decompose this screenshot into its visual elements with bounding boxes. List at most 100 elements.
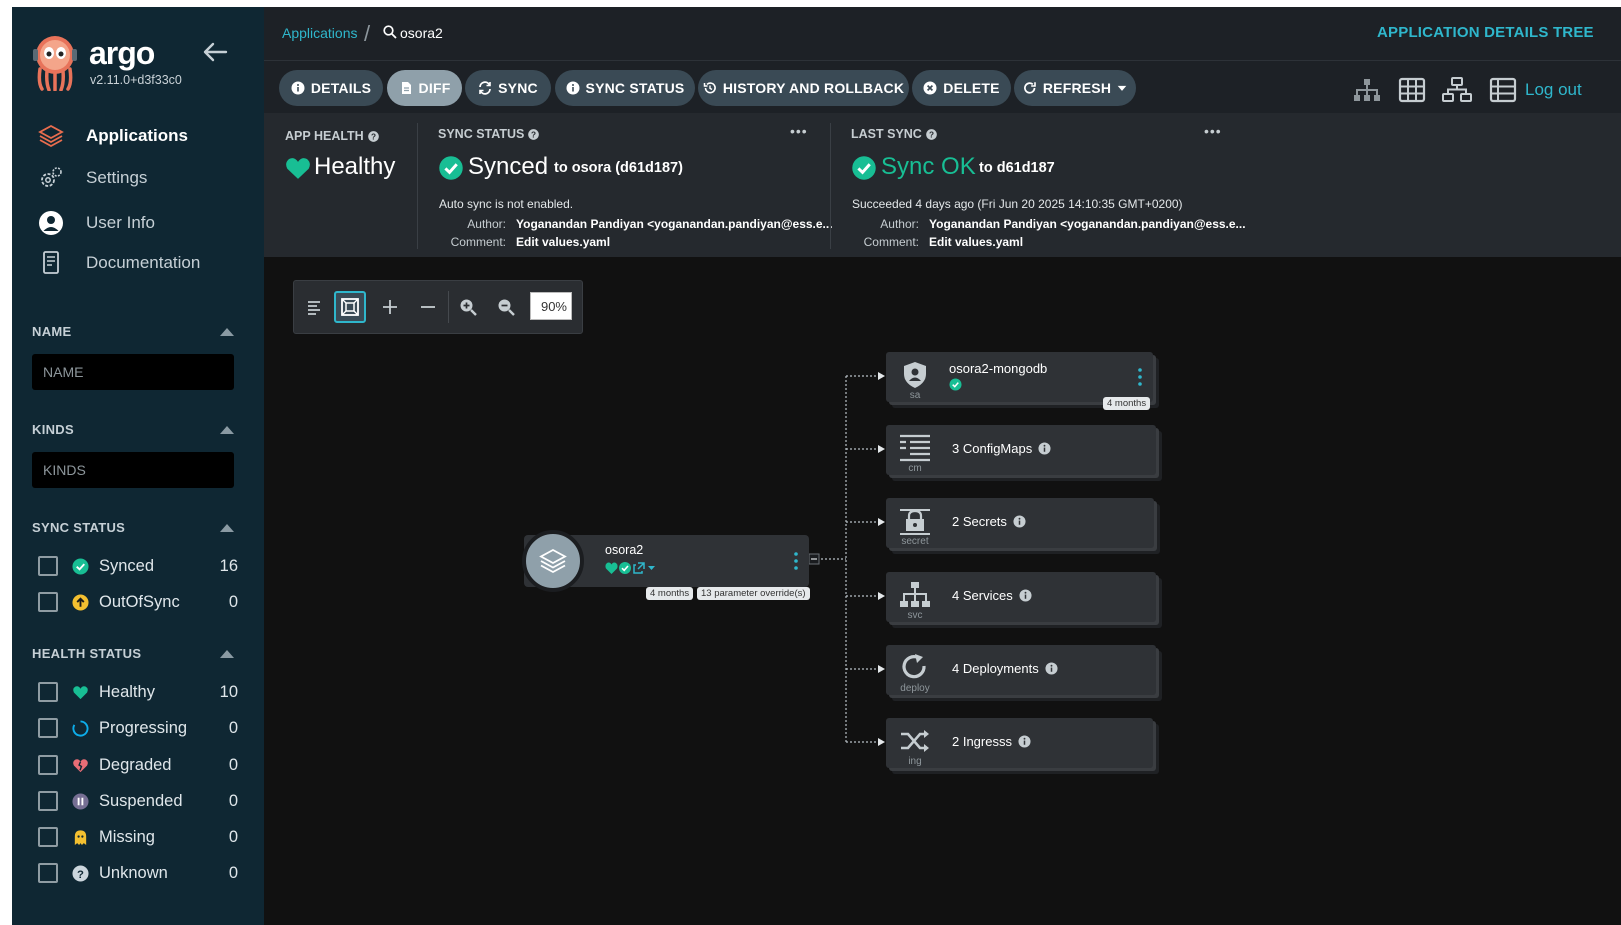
checkbox[interactable]: [38, 863, 58, 883]
checkbox[interactable]: [38, 827, 58, 847]
sync-status-more-icon[interactable]: •••: [790, 123, 808, 139]
app-age-badge: 4 months: [646, 587, 694, 600]
node-secrets[interactable]: secret 2 Secrets: [886, 498, 1154, 548]
node-kind: svc: [907, 610, 923, 621]
logout-link[interactable]: Log out: [1525, 80, 1582, 100]
info-circle-icon: [566, 81, 580, 95]
node-name: 4 Deployments: [952, 661, 1058, 676]
details-label: DETAILS: [310, 80, 372, 96]
brand-name: argo: [89, 35, 155, 71]
filter-outofsync[interactable]: OutOfSync 0: [38, 590, 238, 614]
checkbox[interactable]: [38, 592, 58, 612]
question-circle-icon[interactable]: ?: [367, 130, 379, 142]
filter-unknown[interactable]: ? Unknown 0: [38, 861, 238, 885]
info-circle-icon[interactable]: [1045, 662, 1058, 675]
filter-degraded[interactable]: Degraded 0: [38, 753, 238, 777]
question-circle-icon[interactable]: ?: [528, 128, 540, 140]
filter-missing[interactable]: Missing 0: [38, 825, 238, 849]
edge-arrow: [878, 372, 885, 380]
filter-healthy[interactable]: Healthy 10: [38, 680, 238, 704]
divider: [830, 123, 831, 249]
info-circle-icon[interactable]: [1013, 515, 1026, 528]
name-filter-title: NAME: [32, 324, 72, 339]
network-view-icon[interactable]: [1442, 77, 1472, 103]
nav-label: User Info: [86, 213, 155, 232]
node-name: 4 Services: [952, 588, 1032, 603]
kinds-filter-collapse-icon[interactable]: [220, 426, 234, 434]
auto-sync-note: Auto sync is not enabled.: [439, 197, 574, 211]
details-button[interactable]: DETAILS: [279, 70, 383, 106]
info-circle-icon[interactable]: [1019, 589, 1032, 602]
action-toolbar: DETAILS DIFF SYNC SYNC STATUS HISTORY AN…: [264, 61, 1621, 113]
sync-status-heading: SYNC STATUS ?: [438, 127, 540, 141]
question-circle-icon[interactable]: ?: [926, 128, 937, 140]
info-circle-icon[interactable]: [1018, 735, 1031, 748]
gear-icon: [41, 167, 62, 187]
sync-button[interactable]: SYNC: [465, 70, 551, 106]
arrow-up-circle-icon: [72, 593, 89, 611]
app-health-title: APP HEALTH: [285, 129, 364, 143]
node-services[interactable]: svc 4 Services: [886, 572, 1156, 622]
search-icon[interactable]: [383, 25, 397, 39]
collapse-sidebar-icon[interactable]: [202, 41, 228, 63]
filter-count: 16: [219, 556, 238, 575]
edge-arrow: [878, 518, 885, 526]
diff-button[interactable]: DIFF: [387, 70, 462, 106]
comment-label: Comment:: [863, 235, 919, 249]
node-ingresses[interactable]: ing 2 Ingresss: [886, 718, 1153, 768]
shield-user-icon: [904, 362, 926, 388]
filter-count: 0: [228, 592, 238, 611]
filter-synced[interactable]: Synced 16: [38, 554, 238, 578]
info-circle-icon: [291, 81, 305, 95]
times-circle-icon: [923, 81, 937, 95]
node-name-text: 4 Deployments: [952, 661, 1039, 676]
app-node-menu-icon[interactable]: [794, 552, 798, 570]
breadcrumb-applications[interactable]: Applications: [282, 25, 358, 41]
info-circle-icon[interactable]: [1038, 442, 1051, 455]
kinds-filter-input[interactable]: [32, 452, 234, 488]
node-menu-icon[interactable]: [1138, 368, 1142, 386]
tree-view-icon[interactable]: [1352, 77, 1382, 103]
checkbox[interactable]: [38, 682, 58, 702]
edge-arrow: [878, 665, 885, 673]
nav-settings[interactable]: Settings: [38, 163, 147, 193]
node-kind: secret: [901, 536, 929, 547]
app-health-heading: APP HEALTH ?: [285, 129, 379, 143]
filter-count: 0: [228, 863, 238, 882]
checkbox[interactable]: [38, 755, 58, 775]
sync-status-label: SYNC STATUS: [585, 80, 685, 96]
sync-status-collapse-icon[interactable]: [220, 524, 234, 532]
grid-view-icon[interactable]: [1397, 77, 1427, 103]
resource-tree-graph[interactable]: osora2 4 months 13 parameter override(s)…: [264, 257, 1621, 925]
filter-suspended[interactable]: Suspended 0: [38, 789, 238, 813]
name-filter-collapse-icon[interactable]: [220, 328, 234, 336]
checkbox[interactable]: [38, 556, 58, 576]
edge-arrow: [878, 738, 885, 746]
node-deployments[interactable]: deploy 4 Deployments: [886, 645, 1156, 695]
list-view-icon[interactable]: [1488, 77, 1518, 103]
nav-user-info[interactable]: User Info: [38, 208, 155, 238]
filter-count: 0: [228, 827, 238, 846]
sync-target: to osora (d61d187): [554, 160, 683, 176]
delete-button[interactable]: DELETE: [912, 70, 1011, 106]
sync-status-title: SYNC STATUS: [438, 127, 525, 141]
health-status-filter-title: HEALTH STATUS: [32, 646, 142, 661]
filter-label: Degraded: [99, 755, 172, 774]
name-filter-input[interactable]: [32, 354, 234, 390]
node-osora2-mongodb[interactable]: sa osora2-mongodb: [886, 352, 1153, 402]
app-node-status-icons: [605, 562, 655, 574]
health-status-collapse-icon[interactable]: [220, 650, 234, 658]
nav-documentation[interactable]: Documentation: [38, 248, 200, 278]
history-rollback-button[interactable]: HISTORY AND ROLLBACK: [698, 70, 909, 106]
checkbox[interactable]: [38, 791, 58, 811]
checkbox[interactable]: [38, 718, 58, 738]
comment-label: Comment:: [450, 235, 506, 249]
last-sync-more-icon[interactable]: •••: [1204, 123, 1222, 139]
node-configmaps[interactable]: cm 3 ConfigMaps: [886, 425, 1156, 475]
filter-progressing[interactable]: Progressing 0: [38, 716, 238, 740]
refresh-button[interactable]: REFRESH: [1014, 70, 1136, 106]
svg-text:?: ?: [531, 130, 536, 139]
nav-applications[interactable]: Applications: [38, 121, 188, 151]
filter-count: 10: [219, 682, 238, 701]
sync-status-button[interactable]: SYNC STATUS: [555, 70, 695, 106]
